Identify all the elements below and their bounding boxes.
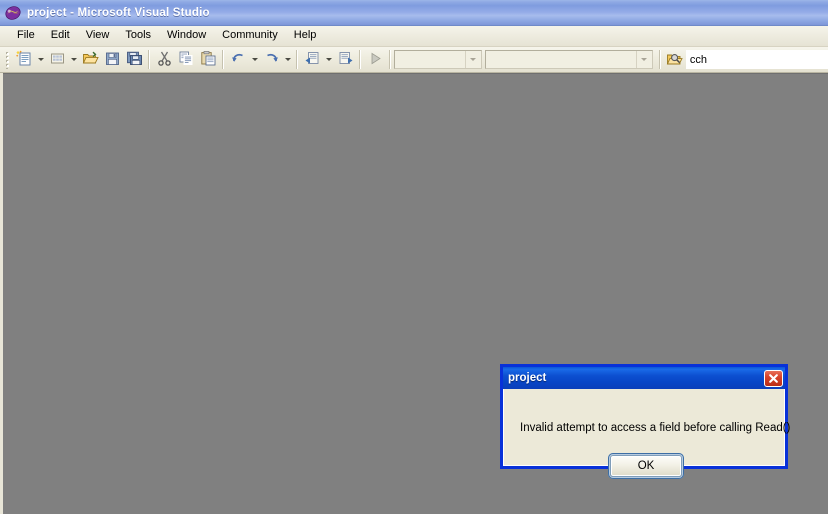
new-project-dropdown-arrow[interactable] [35, 49, 46, 71]
open-folder-icon [82, 50, 99, 70]
window-titlebar[interactable]: project - Microsoft Visual Studio [0, 0, 828, 26]
dialog-message: Invalid attempt to access a field before… [520, 422, 791, 434]
navigate-forward-button[interactable] [334, 49, 356, 71]
add-new-item-icon [49, 50, 66, 70]
toolbar-separator-3 [296, 50, 298, 69]
menubar: File Edit View Tools Window Community He… [0, 26, 828, 47]
navigate-backward-icon [304, 50, 321, 70]
save-button[interactable] [101, 49, 123, 71]
undo-button[interactable] [227, 49, 249, 71]
close-x-icon [768, 373, 779, 384]
toolbar-separator-5 [389, 50, 391, 69]
dialog-body: Invalid attempt to access a field before… [503, 389, 791, 479]
copy-button[interactable] [175, 49, 197, 71]
dialog-ok-button[interactable]: OK [608, 453, 684, 479]
new-project-button[interactable] [13, 49, 35, 71]
redo-button[interactable] [260, 49, 282, 71]
toolbar-separator-4 [359, 50, 361, 69]
start-debugging-button[interactable] [364, 49, 386, 71]
menu-item-view[interactable]: View [78, 28, 118, 44]
add-new-item-dropdown-arrow[interactable] [68, 49, 79, 71]
add-new-item-button[interactable] [46, 49, 68, 71]
menu-item-community[interactable]: Community [214, 28, 286, 44]
dialog-title: project [508, 372, 547, 384]
save-all-button[interactable] [123, 49, 145, 71]
redo-icon [263, 50, 280, 70]
solution-platform-combo[interactable] [484, 50, 653, 69]
toolbar-separator-1 [148, 50, 150, 69]
chevron-down-icon[interactable] [635, 51, 652, 68]
menu-item-tools[interactable]: Tools [117, 28, 159, 44]
menu-item-window[interactable]: Window [159, 28, 214, 44]
window-title: project - Microsoft Visual Studio [27, 6, 210, 19]
standard-toolbar [0, 47, 828, 73]
solution-configuration-combo[interactable] [394, 50, 482, 69]
undo-dropdown-arrow[interactable] [249, 49, 260, 71]
undo-icon [230, 50, 247, 70]
start-debugging-icon [367, 50, 384, 70]
client-top-edge [3, 73, 828, 74]
dialog-close-button[interactable] [764, 369, 783, 387]
toolbar-grip[interactable] [4, 50, 11, 69]
navigate-backward-button[interactable] [301, 49, 323, 71]
new-project-icon [15, 50, 33, 70]
redo-dropdown-arrow[interactable] [282, 49, 293, 71]
save-all-icon [126, 50, 143, 70]
find-in-files-icon[interactable] [664, 49, 686, 71]
cut-button[interactable] [153, 49, 175, 71]
menu-item-file[interactable]: File [9, 28, 43, 44]
dialog-titlebar[interactable]: project [503, 367, 785, 389]
visual-studio-icon [5, 5, 21, 21]
navigate-forward-icon [337, 50, 354, 70]
navigate-backward-dropdown-arrow[interactable] [323, 49, 334, 71]
menu-item-help[interactable]: Help [286, 28, 325, 44]
find-input[interactable] [685, 50, 828, 69]
toolbar-separator-6 [658, 50, 661, 69]
menu-item-edit[interactable]: Edit [43, 28, 78, 44]
paste-icon [200, 50, 217, 70]
chevron-down-icon[interactable] [464, 51, 481, 68]
cut-icon [156, 50, 173, 70]
copy-icon [178, 50, 195, 70]
error-dialog: project Invalid attempt to access a fiel… [500, 364, 791, 479]
toolbar-separator-2 [222, 50, 224, 69]
find-toolbar-group [664, 49, 828, 71]
open-file-button[interactable] [79, 49, 101, 71]
save-icon [104, 50, 121, 70]
paste-button[interactable] [197, 49, 219, 71]
